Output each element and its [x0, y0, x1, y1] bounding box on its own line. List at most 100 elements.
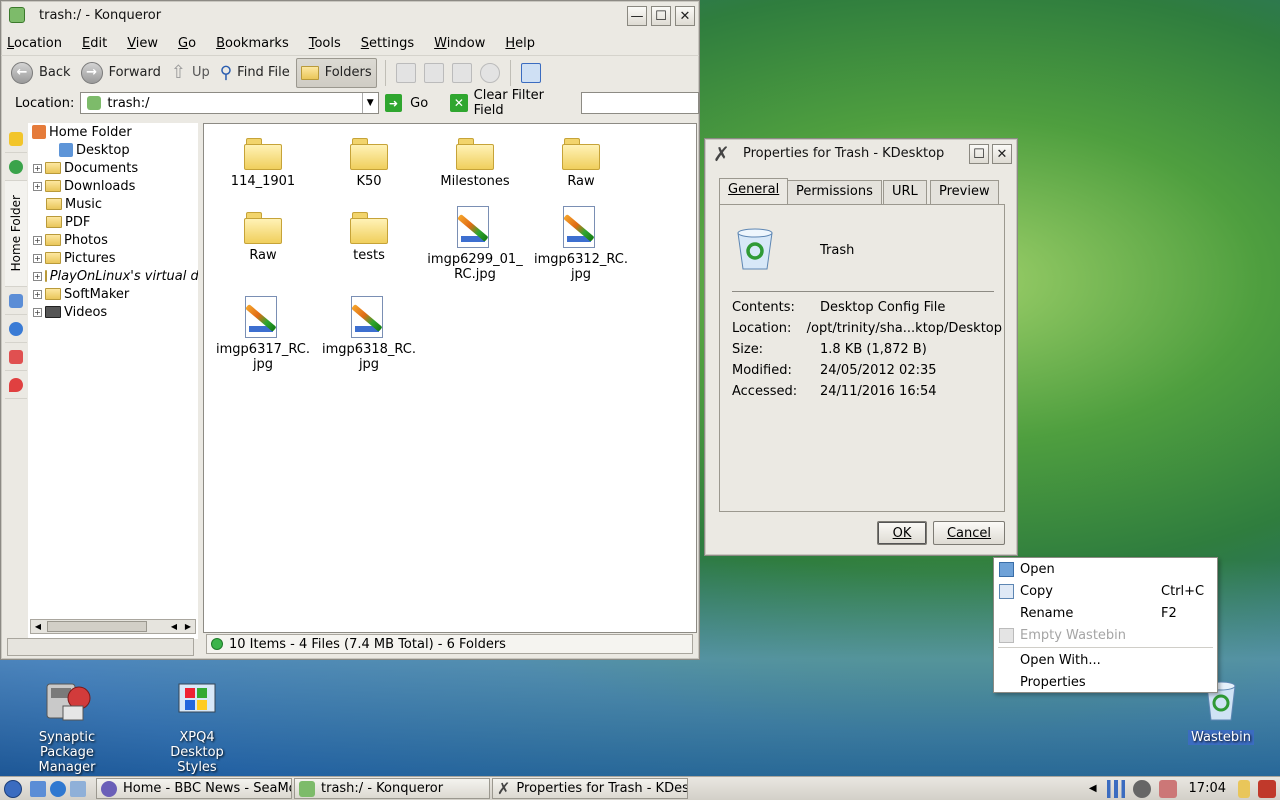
logout-icon[interactable] — [1258, 779, 1276, 798]
speaker-icon[interactable] — [1132, 779, 1151, 798]
close-button[interactable]: ✕ — [992, 144, 1012, 164]
menu-item-open[interactable]: Open — [994, 558, 1217, 580]
browser-icon[interactable] — [50, 780, 66, 797]
file-item[interactable]: Raw — [210, 212, 316, 263]
sidebar-tab-bookmarks[interactable] — [5, 125, 27, 153]
menu-item-rename[interactable]: Rename F2 — [994, 602, 1217, 624]
dialog-titlebar[interactable]: ✗ Properties for Trash - KDesktop ☐ ✕ — [705, 139, 1017, 169]
scroll-left-icon[interactable]: ◀ — [167, 622, 181, 631]
menu-item-copy[interactable]: Copy Ctrl+C — [994, 580, 1217, 602]
ok-button[interactable]: OK — [877, 521, 927, 545]
minimize-button[interactable]: — — [627, 6, 647, 26]
tab-url[interactable]: URL — [883, 180, 927, 204]
tree-item-playonlinux[interactable]: + PlayOnLinux's virtual d — [28, 267, 198, 285]
sidebar-tab-network[interactable] — [5, 315, 27, 343]
tree-item-music[interactable]: Music — [28, 195, 198, 213]
tree-item-documents[interactable]: + Documents — [28, 159, 198, 177]
trash-icon[interactable] — [732, 225, 778, 271]
clock[interactable]: 17:04 — [1189, 781, 1226, 796]
tree-item-pdf[interactable]: PDF — [28, 213, 198, 231]
go-icon[interactable]: ➜ — [384, 94, 403, 112]
file-item[interactable]: Raw — [528, 138, 634, 189]
start-menu-icon[interactable] — [4, 779, 22, 798]
sidebar-tab-services[interactable] — [5, 371, 27, 399]
copy-icon[interactable] — [423, 62, 444, 83]
undo-icon[interactable] — [479, 62, 500, 83]
menu-location[interactable]: Location — [7, 36, 62, 51]
lock-icon[interactable] — [1238, 779, 1250, 798]
task-seamonkey[interactable]: Home - BBC News - SeaMonkey — [96, 778, 292, 799]
expand-icon[interactable]: + — [33, 181, 42, 191]
close-button[interactable]: ✕ — [675, 6, 695, 26]
file-item[interactable]: tests — [316, 212, 422, 263]
back-button[interactable]: ← Back — [7, 58, 75, 88]
expand-icon[interactable]: + — [33, 307, 42, 317]
file-item[interactable]: 114_1901 — [210, 138, 316, 189]
maximize-button[interactable]: ☐ — [651, 6, 671, 26]
file-item[interactable]: Milestones — [422, 138, 528, 189]
network-signal-icon[interactable] — [1106, 779, 1125, 798]
menu-item-empty-wastebin[interactable]: Empty Wastebin — [994, 624, 1217, 646]
paste-icon[interactable] — [451, 62, 472, 83]
expand-icon[interactable]: + — [33, 289, 42, 299]
sidebar-tab-devices[interactable] — [5, 287, 27, 315]
desktop-icon-xpq4[interactable]: XPQ4 Desktop Styles — [142, 676, 252, 775]
scroll-thumb[interactable] — [47, 621, 147, 632]
sidebar-tab-media[interactable] — [5, 343, 27, 371]
tree-item-photos[interactable]: + Photos — [28, 231, 198, 249]
device-icon[interactable] — [70, 780, 86, 797]
menu-tools[interactable]: Tools — [309, 36, 341, 51]
clear-filter-button[interactable]: Clear Filter Field — [474, 88, 575, 118]
tree-root[interactable]: Home Folder — [28, 123, 198, 141]
cut-icon[interactable] — [395, 62, 416, 83]
tree-item-pictures[interactable]: + Pictures — [28, 249, 198, 267]
task-properties[interactable]: ✗ Properties for Trash - KDesktop — [492, 778, 688, 799]
tray-expand-icon[interactable]: ◀ — [1089, 783, 1097, 794]
expand-icon[interactable]: + — [33, 163, 42, 173]
up-button[interactable]: ⇧ Up — [167, 58, 214, 88]
file-item[interactable]: imgp6299_01_ RC.jpg — [422, 206, 528, 282]
menu-edit[interactable]: Edit — [82, 36, 107, 51]
tree-item-softmaker[interactable]: + SoftMaker — [28, 285, 198, 303]
scroll-right-icon[interactable]: ▶ — [181, 622, 195, 631]
location-input[interactable]: trash:/ ▼ — [80, 92, 379, 114]
tree-item-desktop[interactable]: Desktop — [28, 141, 198, 159]
sidebar-tab-home[interactable]: Home Folder — [5, 181, 27, 287]
expand-icon[interactable]: + — [33, 271, 42, 281]
go-button[interactable]: Go — [410, 96, 428, 111]
menu-settings[interactable]: Settings — [361, 36, 414, 51]
chevron-down-icon[interactable]: ▼ — [361, 93, 378, 113]
menu-window[interactable]: Window — [434, 36, 485, 51]
tab-preview[interactable]: Preview — [930, 180, 999, 204]
expand-icon[interactable]: + — [33, 235, 42, 245]
update-notifier-icon[interactable] — [1158, 779, 1177, 798]
menu-view[interactable]: View — [127, 36, 158, 51]
tab-permissions[interactable]: Permissions — [787, 180, 882, 204]
filter-input[interactable] — [580, 92, 700, 114]
menu-bookmarks[interactable]: Bookmarks — [216, 36, 289, 51]
launcher-icon[interactable] — [30, 780, 46, 797]
tree-horizontal-scrollbar[interactable]: ◀ ◀ ▶ — [30, 619, 196, 634]
cancel-button[interactable]: Cancel — [933, 521, 1005, 545]
file-item[interactable]: K50 — [316, 138, 422, 189]
menu-go[interactable]: Go — [178, 36, 196, 51]
tab-general[interactable]: General — [719, 178, 789, 204]
file-item[interactable]: imgp6318_RC. jpg — [316, 296, 422, 372]
menu-item-properties[interactable]: Properties — [994, 671, 1217, 693]
view-mode-icon[interactable] — [520, 62, 541, 83]
maximize-button[interactable]: ☐ — [969, 144, 989, 164]
sidebar-tab-history[interactable] — [5, 153, 27, 181]
konqueror-titlebar[interactable]: trash:/ - Konqueror — ☐ ✕ — [1, 1, 699, 31]
menu-help[interactable]: Help — [505, 36, 535, 51]
konqueror-app-icon[interactable] — [9, 7, 25, 23]
task-konqueror[interactable]: trash:/ - Konqueror — [294, 778, 490, 799]
folders-button[interactable]: Folders — [295, 57, 377, 88]
forward-button[interactable]: → Forward — [77, 58, 165, 88]
scroll-left-icon[interactable]: ◀ — [31, 622, 45, 631]
tree-item-videos[interactable]: + Videos — [28, 303, 198, 321]
clear-filter-icon[interactable]: ✕ — [450, 94, 468, 112]
menu-item-open-with[interactable]: Open With... — [994, 649, 1217, 671]
file-item[interactable]: imgp6312_RC. jpg — [528, 206, 634, 282]
find-file-button[interactable]: ⚲ Find File — [216, 58, 294, 88]
file-item[interactable]: imgp6317_RC. jpg — [210, 296, 316, 372]
